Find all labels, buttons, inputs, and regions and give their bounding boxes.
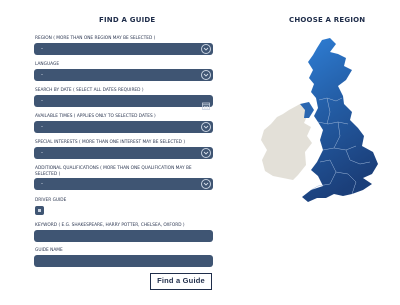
- language-select[interactable]: -: [34, 69, 213, 81]
- region-label: REGION ( MORE THAN ONE REGION MAY BE SEL…: [35, 36, 156, 41]
- times-label: AVAILABLE TIMES ( APPLIES ONLY TO SELECT…: [35, 114, 156, 119]
- qualifications-value: -: [41, 181, 43, 187]
- qualifications-label: ADDITIONAL QUALIFICATIONS ( MORE THAN ON…: [35, 166, 192, 177]
- interests-label: SPECIAL INTERESTS ( MORE THAN ONE INTERE…: [35, 140, 186, 145]
- date-input[interactable]: -: [34, 95, 213, 110]
- chevron-down-icon[interactable]: [201, 179, 211, 189]
- date-label: SEARCH BY DATE ( SELECT ALL DATES REQUIR…: [35, 88, 144, 93]
- driver-guide-checkbox[interactable]: [35, 206, 44, 215]
- times-value: -: [41, 124, 43, 130]
- language-value: -: [41, 72, 43, 78]
- guide-name-label: GUIDE NAME: [35, 248, 63, 253]
- keyword-input[interactable]: [34, 230, 213, 242]
- calendar-icon[interactable]: [202, 97, 210, 110]
- great-britain-shape[interactable]: [302, 38, 378, 202]
- region-value: -: [41, 46, 43, 52]
- region-map[interactable]: [255, 36, 400, 296]
- chevron-down-icon[interactable]: [201, 70, 211, 80]
- times-select[interactable]: -: [34, 121, 213, 133]
- keyword-label: KEYWORD ( E.G. SHAKESPEARE, HARRY POTTER…: [35, 223, 185, 228]
- checkbox-mark-icon: [38, 209, 41, 212]
- region-select[interactable]: -: [34, 43, 213, 55]
- choose-region-heading: CHOOSE A REGION: [289, 16, 366, 24]
- qualifications-select[interactable]: -: [34, 178, 213, 190]
- find-a-guide-heading: FIND A GUIDE: [99, 16, 156, 24]
- interests-select[interactable]: -: [34, 147, 213, 159]
- driver-guide-label: DRIVER GUIDE: [35, 198, 67, 203]
- guide-name-input[interactable]: [34, 255, 213, 267]
- date-value: -: [41, 98, 43, 104]
- chevron-down-icon[interactable]: [201, 122, 211, 132]
- chevron-down-icon[interactable]: [201, 44, 211, 54]
- language-label: LANGUAGE: [35, 62, 60, 67]
- find-a-guide-button[interactable]: Find a Guide: [150, 273, 212, 290]
- interests-value: -: [41, 150, 43, 156]
- chevron-down-icon[interactable]: [201, 148, 211, 158]
